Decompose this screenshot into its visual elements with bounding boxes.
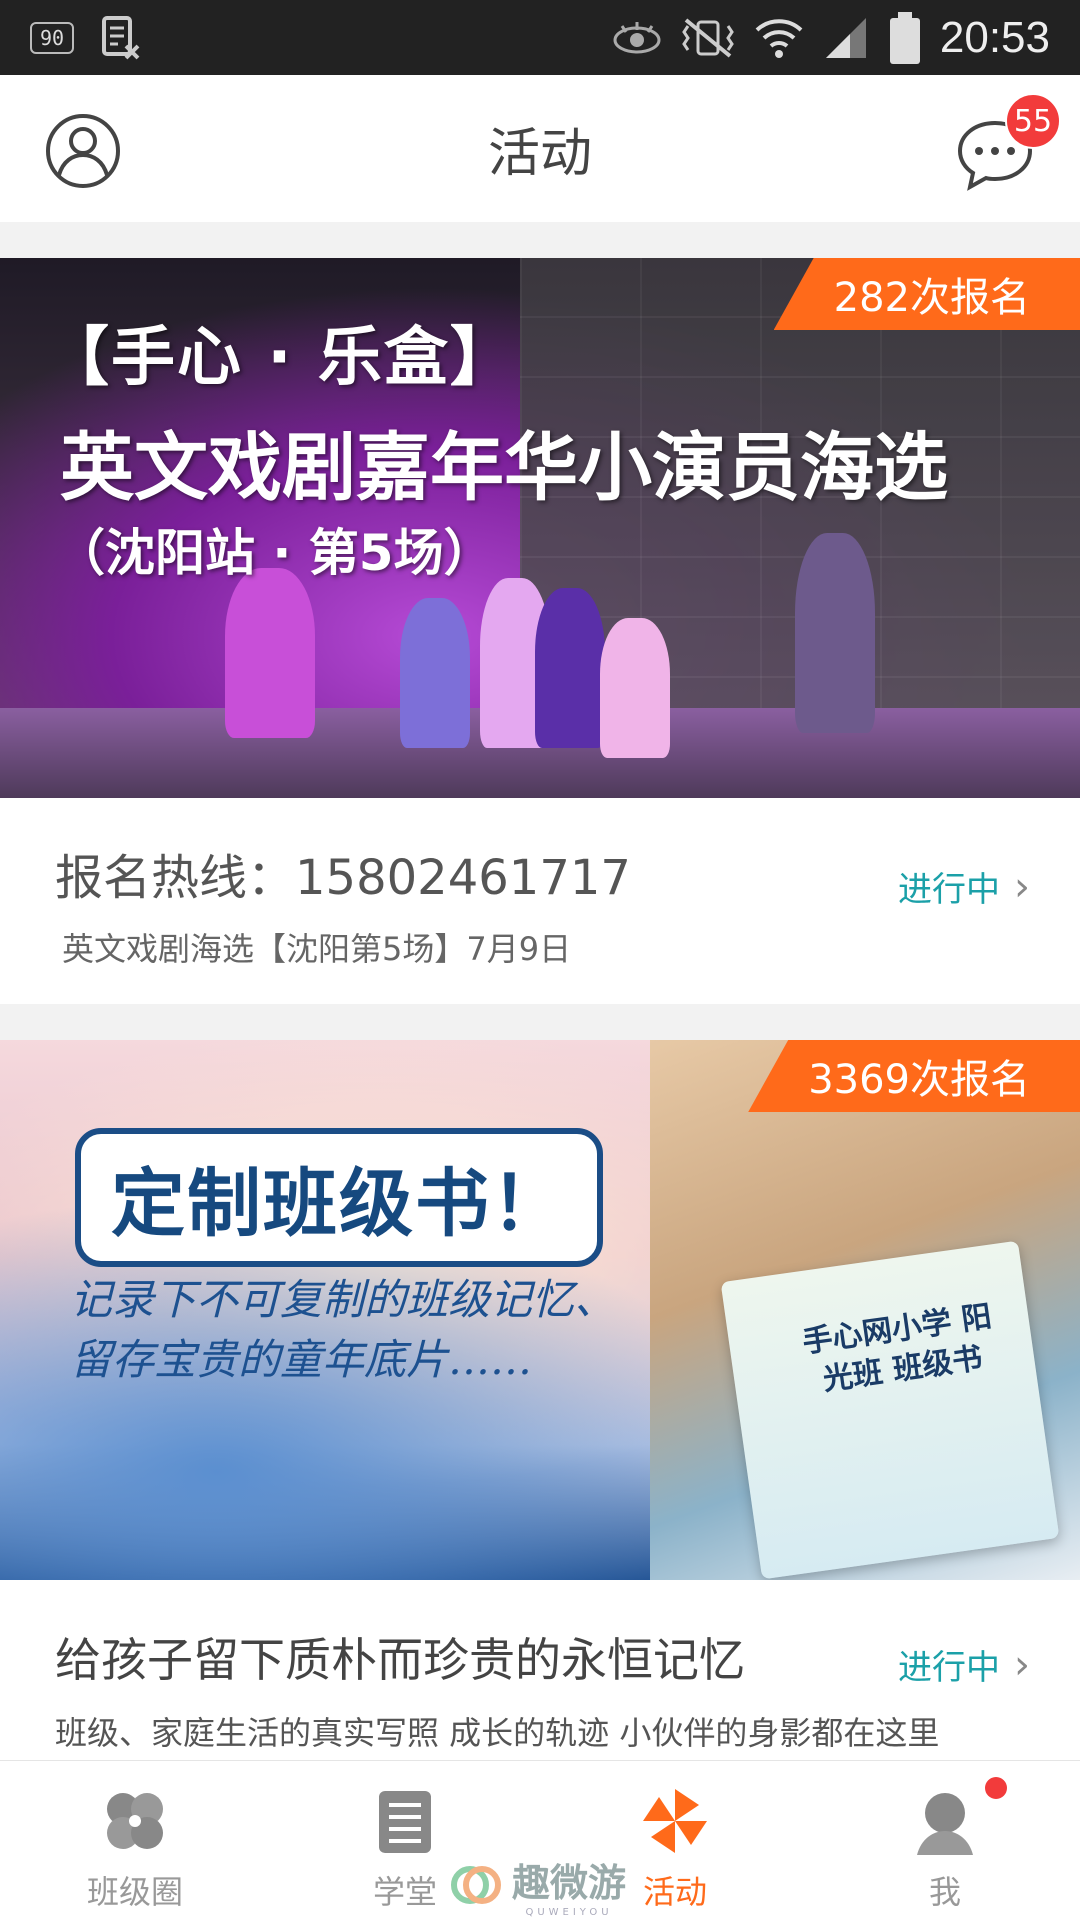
eye-icon bbox=[612, 18, 662, 58]
tab-class-circle[interactable]: 班级圈 bbox=[0, 1761, 270, 1921]
activity-subtitle: 英文戏剧海选【沈阳第5场】7月9日 bbox=[62, 930, 572, 968]
watermark-logo-icon bbox=[451, 1866, 501, 1904]
banner-title-line3: （沈阳站 · 第5场） bbox=[55, 524, 494, 582]
wifi-icon bbox=[754, 14, 804, 62]
activity-banner[interactable]: 手心网小学 阳光班 班级书 定制班级书！ 记录下不可复制的班级记忆、 留存宝贵的… bbox=[0, 1040, 1080, 1580]
pinwheel-icon bbox=[643, 1789, 707, 1853]
messages-button[interactable]: 55 bbox=[955, 93, 1061, 195]
activity-title: 给孩子留下质朴而珍贵的永恒记忆 bbox=[55, 1633, 745, 1687]
chevron-right-icon: › bbox=[1014, 863, 1030, 910]
banner-title-line1: 【手心 · 乐盒】 bbox=[45, 321, 516, 395]
tab-me[interactable]: 我 bbox=[810, 1761, 1080, 1921]
vibrate-off-icon bbox=[680, 16, 736, 60]
chevron-right-icon: › bbox=[1014, 1641, 1030, 1688]
status-badge: 90 bbox=[30, 21, 75, 54]
banner-title-line2: 英文戏剧嘉年华小演员海选 bbox=[60, 425, 948, 511]
activity-banner[interactable]: 【手心 · 乐盒】 英文戏剧嘉年华小演员海选 （沈阳站 · 第5场） 282次报… bbox=[0, 258, 1080, 798]
status-label: 进行中 bbox=[898, 1648, 1000, 1688]
watermark: 趣微游 QUWEIYOU bbox=[450, 1852, 626, 1918]
notification-dot bbox=[985, 1777, 1007, 1799]
clock-time: 20:53 bbox=[939, 12, 1050, 62]
page-title: 活动 bbox=[487, 124, 592, 184]
app-header: 活动 55 bbox=[0, 75, 1080, 222]
message-count-badge: 55 bbox=[1005, 93, 1061, 149]
activity-status-link[interactable]: 进行中 › bbox=[898, 1640, 1030, 1689]
battery-icon bbox=[888, 10, 922, 66]
class-circle-icon bbox=[107, 1793, 163, 1849]
signal-icon bbox=[822, 14, 870, 62]
user-icon bbox=[917, 1793, 973, 1855]
activity-subtitle: 班级、家庭生活的真实写照 成长的轨迹 小伙伴的身影都在这里 bbox=[55, 1714, 940, 1752]
activity-title: 报名热线：15802461717 bbox=[55, 850, 631, 906]
banner-subtitle: 记录下不可复制的班级记忆、 留存宝贵的童年底片…… bbox=[70, 1275, 617, 1384]
activity-card[interactable]: 手心网小学 阳光班 班级书 定制班级书！ 记录下不可复制的班级记忆、 留存宝贵的… bbox=[0, 1040, 1080, 1760]
sim-icon bbox=[96, 14, 144, 62]
activity-status-link[interactable]: 进行中 › bbox=[898, 862, 1030, 911]
banner-title: 定制班级书！ bbox=[75, 1128, 603, 1267]
book-image bbox=[720, 1240, 1060, 1580]
status-label: 进行中 bbox=[898, 870, 1000, 910]
profile-icon[interactable] bbox=[45, 113, 121, 189]
registration-count-tag: 3369次报名 bbox=[748, 1040, 1080, 1112]
school-book-icon bbox=[379, 1791, 431, 1853]
status-bar: 90 20:53 bbox=[0, 0, 1080, 75]
registration-count-tag: 282次报名 bbox=[773, 258, 1080, 330]
activity-card[interactable]: 【手心 · 乐盒】 英文戏剧嘉年华小演员海选 （沈阳站 · 第5场） 282次报… bbox=[0, 258, 1080, 1004]
